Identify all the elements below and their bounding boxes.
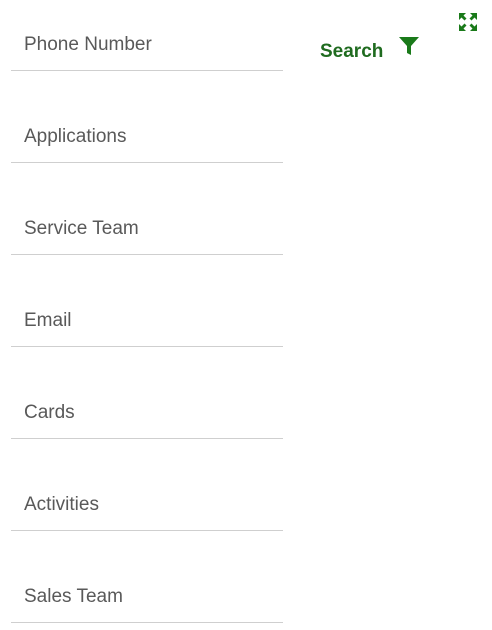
nav-list: Phone Number Applications Service Team E… xyxy=(11,0,283,630)
nav-item-label: Service Team xyxy=(24,218,139,239)
nav-item-activities[interactable]: Activities xyxy=(11,460,283,531)
nav-item-label: Sales Team xyxy=(24,586,123,607)
nav-item-label: Applications xyxy=(24,126,127,147)
filter-icon[interactable] xyxy=(398,36,420,56)
expand-icon[interactable] xyxy=(458,12,478,32)
search-button[interactable]: Search xyxy=(320,40,383,64)
nav-item-sales-team[interactable]: Sales Team xyxy=(11,552,283,623)
nav-item-label: Activities xyxy=(24,494,99,515)
nav-item-label: Email xyxy=(24,310,72,331)
nav-item-cards[interactable]: Cards xyxy=(11,368,283,439)
nav-item-phone-number[interactable]: Phone Number xyxy=(11,0,283,71)
nav-item-applications[interactable]: Applications xyxy=(11,92,283,163)
nav-item-label: Cards xyxy=(24,402,75,423)
nav-item-service-team[interactable]: Service Team xyxy=(11,184,283,255)
nav-item-label: Phone Number xyxy=(24,34,152,55)
nav-item-email[interactable]: Email xyxy=(11,276,283,347)
